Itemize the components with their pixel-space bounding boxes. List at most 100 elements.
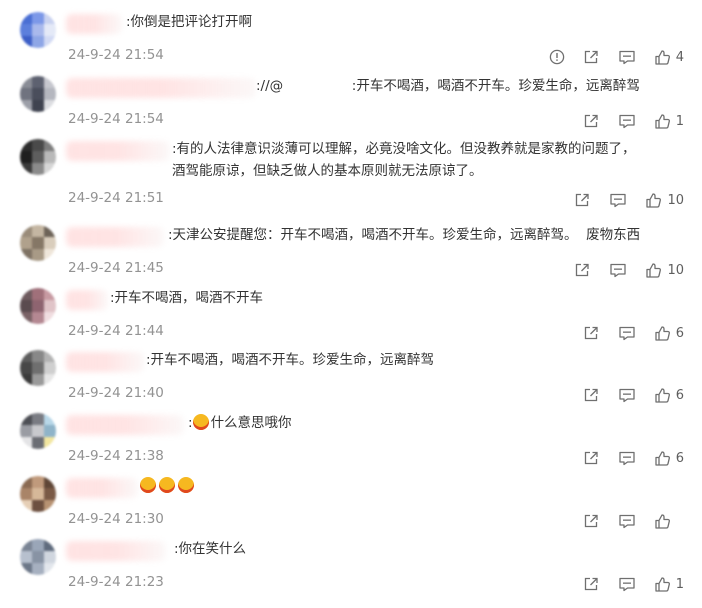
comment-button[interactable] xyxy=(609,262,627,278)
comment-time: 24-9-24 21:44 xyxy=(68,323,164,339)
repost-icon xyxy=(583,576,600,592)
comment-button[interactable] xyxy=(609,192,627,208)
comment-time: 24-9-24 21:30 xyxy=(68,511,164,527)
laughing-emoji-icon xyxy=(140,477,156,493)
like-count: 10 xyxy=(667,262,684,278)
comment-icon xyxy=(618,387,636,403)
like-count: 6 xyxy=(675,325,684,341)
comment-text: :开车不喝酒，喝酒不开车 xyxy=(110,287,676,309)
repost-button[interactable] xyxy=(583,387,600,403)
comment-item: ://@ :开车不喝酒，喝酒不开车。珍爱生命，远离醉驾 24-9-24 21:54… xyxy=(0,74,702,134)
comment-text: :你在笑什么 xyxy=(174,538,676,560)
repost-icon xyxy=(583,113,600,129)
comment-icon xyxy=(618,450,636,466)
comment-icon xyxy=(618,513,636,529)
laughing-emoji-icon xyxy=(159,477,175,493)
comment-text: ://@ :开车不喝酒，喝酒不开车。珍爱生命，远离醉驾 xyxy=(256,75,676,97)
username-blurred[interactable] xyxy=(66,352,144,372)
avatar[interactable] xyxy=(20,539,56,575)
avatar[interactable] xyxy=(20,288,56,324)
comment-item: :天津公安提醒您：开车不喝酒，喝酒不开车。珍爱生命，远离醉驾。 废物东西 24-9… xyxy=(0,223,702,283)
repost-icon xyxy=(583,387,600,403)
avatar[interactable] xyxy=(20,225,56,261)
like-count: 10 xyxy=(667,192,684,208)
comment-text: :开车不喝酒，喝酒不开车。珍爱生命，远离醉驾 xyxy=(146,349,676,371)
repost-icon xyxy=(583,513,600,529)
comment-icon xyxy=(618,113,636,129)
repost-button[interactable] xyxy=(583,49,600,65)
like-icon xyxy=(654,513,671,530)
repost-button[interactable] xyxy=(583,513,600,529)
username-blurred[interactable] xyxy=(66,478,138,498)
avatar[interactable] xyxy=(20,12,56,48)
like-button[interactable]: 6 xyxy=(654,325,684,342)
comment-button[interactable] xyxy=(618,387,636,403)
comment-button[interactable] xyxy=(618,576,636,592)
avatar[interactable] xyxy=(20,76,56,112)
comment-button[interactable] xyxy=(618,513,636,529)
like-icon xyxy=(645,192,662,209)
repost-icon xyxy=(574,262,591,278)
username-blurred[interactable] xyxy=(66,541,166,561)
avatar[interactable] xyxy=(20,350,56,386)
comment-button[interactable] xyxy=(618,450,636,466)
username-blurred[interactable] xyxy=(66,141,170,161)
comment-text-body: 什么意思哦你 xyxy=(210,415,292,431)
like-count: 1 xyxy=(675,113,684,129)
avatar[interactable] xyxy=(20,476,56,512)
comment-actions: 10 xyxy=(556,260,684,280)
comment-button[interactable] xyxy=(618,49,636,65)
comment-text: : 什么意思哦你 xyxy=(188,412,676,434)
laughing-emoji-icon xyxy=(178,477,194,493)
like-button[interactable]: 6 xyxy=(654,450,684,467)
comment-button[interactable] xyxy=(618,113,636,129)
comment-time: 24-9-24 21:40 xyxy=(68,385,164,401)
repost-icon xyxy=(583,450,600,466)
repost-button[interactable] xyxy=(583,576,600,592)
like-count: 1 xyxy=(675,576,684,592)
repost-icon xyxy=(574,192,591,208)
username-blurred[interactable] xyxy=(66,14,122,34)
like-icon xyxy=(654,576,671,593)
repost-button[interactable] xyxy=(583,325,600,341)
like-button[interactable]: 10 xyxy=(645,262,684,279)
comment-text: :天津公安提醒您：开车不喝酒，喝酒不开车。珍爱生命，远离醉驾。 废物东西 xyxy=(168,224,676,246)
report-button[interactable] xyxy=(549,49,565,65)
like-icon xyxy=(654,49,671,66)
username-blurred[interactable] xyxy=(66,290,108,310)
avatar[interactable] xyxy=(20,139,56,175)
comment-text xyxy=(140,475,676,497)
comment-item: :开车不喝酒，喝酒不开车。珍爱生命，远离醉驾 24-9-24 21:40 6 xyxy=(0,348,702,408)
like-button[interactable]: 1 xyxy=(654,576,684,593)
comment-time: 24-9-24 21:54 xyxy=(68,111,164,127)
comment-text-body: :有的人法律意识淡薄可以理解，必竟没啥文化。但没教养就是家教的问题了， 酒驾能原… xyxy=(172,141,636,179)
comment-button[interactable] xyxy=(618,325,636,341)
comment-item: 24-9-24 21:30 xyxy=(0,474,702,534)
username-blurred[interactable] xyxy=(66,227,164,247)
like-button[interactable]: 6 xyxy=(654,387,684,404)
repost-button[interactable] xyxy=(574,192,591,208)
like-button[interactable]: 4 xyxy=(654,49,684,66)
like-icon xyxy=(654,113,671,130)
comment-item: : 什么意思哦你 24-9-24 21:38 6 xyxy=(0,411,702,471)
comment-time: 24-9-24 21:38 xyxy=(68,448,164,464)
username-blurred[interactable] xyxy=(66,78,256,98)
like-icon xyxy=(645,262,662,279)
repost-button[interactable] xyxy=(583,450,600,466)
comment-text-body: :天津公安提醒您：开车不喝酒，喝酒不开车。珍爱生命，远离醉驾。 废物东西 xyxy=(168,227,641,243)
comment-icon xyxy=(609,262,627,278)
like-button[interactable]: 1 xyxy=(654,113,684,130)
repost-button[interactable] xyxy=(583,113,600,129)
comment-item: :开车不喝酒，喝酒不开车 24-9-24 21:44 6 xyxy=(0,286,702,346)
like-button[interactable] xyxy=(654,513,684,530)
comment-actions: 1 xyxy=(565,574,684,594)
avatar[interactable] xyxy=(20,413,56,449)
like-button[interactable]: 10 xyxy=(645,192,684,209)
username-blurred[interactable] xyxy=(66,415,184,435)
comment-text-body: :开车不喝酒，喝酒不开车。珍爱生命，远离醉驾 xyxy=(146,352,435,368)
repost-icon xyxy=(583,49,600,65)
like-count: 6 xyxy=(675,387,684,403)
comment-text-body: :开车不喝酒，喝酒不开车 xyxy=(110,290,264,306)
repost-icon xyxy=(583,325,600,341)
repost-button[interactable] xyxy=(574,262,591,278)
